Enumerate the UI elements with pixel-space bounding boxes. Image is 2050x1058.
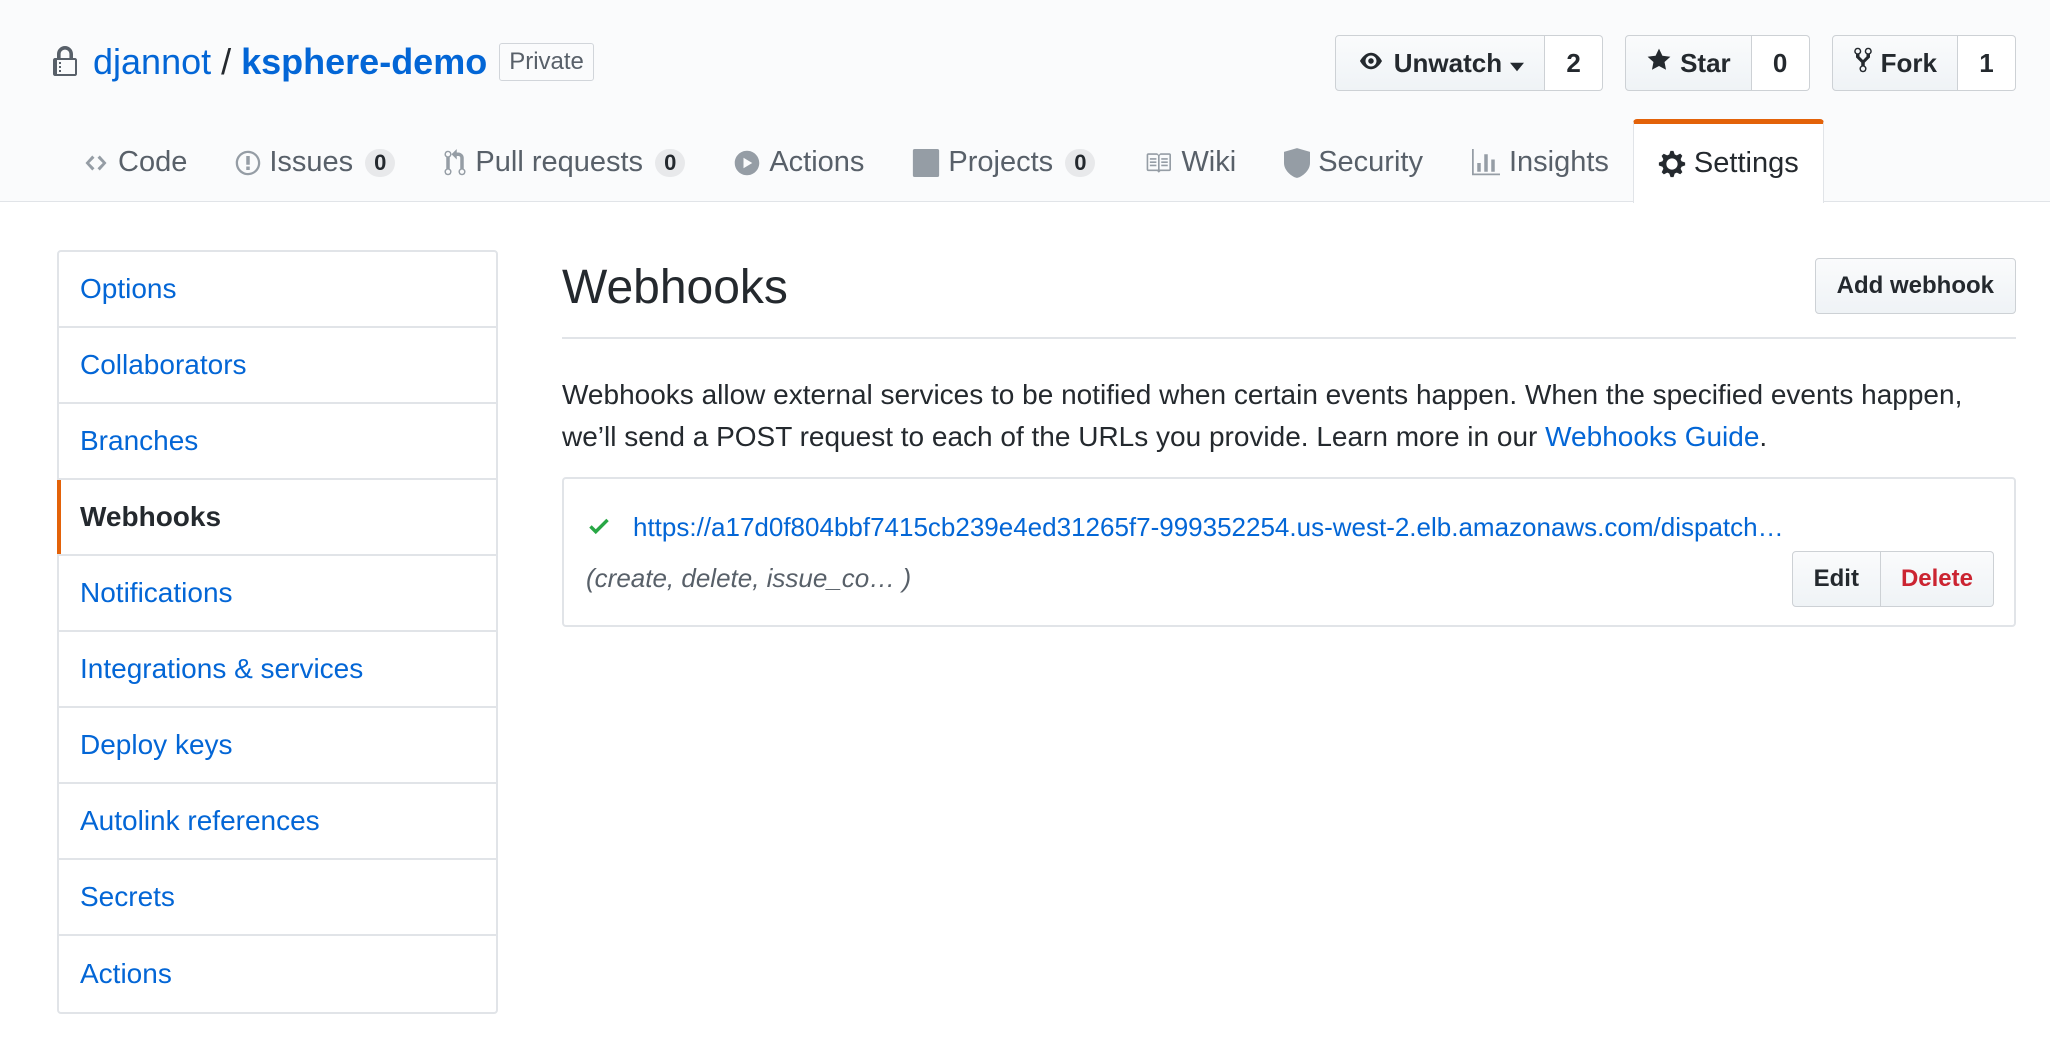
fork-icon <box>1853 46 1873 81</box>
sidebar-item-autolink-references[interactable]: Autolink references <box>59 784 496 860</box>
lock-icon <box>53 45 81 79</box>
delete-button[interactable]: Delete <box>1880 551 1994 607</box>
pull-requests-counter: 0 <box>655 148 686 177</box>
repo-owner-link[interactable]: djannot <box>93 41 211 83</box>
tab-wiki-label: Wiki <box>1181 146 1237 178</box>
play-icon <box>733 149 761 177</box>
stargazers-count[interactable]: 0 <box>1751 35 1810 91</box>
fork-label: Fork <box>1880 47 1937 78</box>
tab-code[interactable]: Code <box>58 122 211 203</box>
check-icon <box>586 513 612 544</box>
project-icon <box>912 148 940 177</box>
sidebar-item-collaborators[interactable]: Collaborators <box>59 328 496 404</box>
issue-icon <box>235 149 261 177</box>
tab-pull-requests[interactable]: Pull requests 0 <box>419 122 709 203</box>
visibility-badge: Private <box>499 43 594 81</box>
fork-button[interactable]: Fork <box>1831 35 1958 91</box>
unwatch-button[interactable]: Unwatch <box>1334 35 1546 91</box>
unwatch-label: Unwatch <box>1393 47 1503 78</box>
tab-actions[interactable]: Actions <box>709 122 888 203</box>
gear-icon <box>1658 149 1686 179</box>
description-end: . <box>1759 421 1768 452</box>
sidebar-item-options[interactable]: Options <box>59 252 496 328</box>
shield-icon <box>1284 147 1311 178</box>
repo-nav: Code Issues 0 Pull requests 0 Actions Pr… <box>58 119 1824 203</box>
webhooks-description: Webhooks allow external services to be n… <box>562 374 2016 458</box>
sidebar-item-secrets[interactable]: Secrets <box>59 860 496 936</box>
webhooks-guide-link[interactable]: Webhooks Guide <box>1545 421 1759 452</box>
tab-security-label: Security <box>1318 146 1423 178</box>
webhook-events: (create, delete, issue_co… ) <box>586 563 912 593</box>
watchers-count[interactable]: 2 <box>1545 35 1604 91</box>
fork-group: Fork 1 <box>1831 35 2016 91</box>
sidebar-item-deploy-keys[interactable]: Deploy keys <box>59 708 496 784</box>
sidebar-item-branches[interactable]: Branches <box>59 404 496 480</box>
webhooks-main: Webhooks Add webhook Webhooks allow exte… <box>562 250 2016 627</box>
book-icon <box>1143 150 1173 176</box>
webhook-item: https://a17d0f804bbf7415cb239e4ed31265f7… <box>562 477 2016 627</box>
issues-counter: 0 <box>365 148 396 177</box>
star-label: Star <box>1680 47 1731 78</box>
sidebar-item-integrations[interactable]: Integrations & services <box>59 632 496 708</box>
tab-code-label: Code <box>118 146 188 178</box>
caret-down-icon <box>1510 48 1525 79</box>
settings-sidebar: Options Collaborators Branches Webhooks … <box>57 250 498 1014</box>
tab-issues-label: Issues <box>269 146 354 178</box>
repo-title: djannot / ksphere-demo Private <box>53 38 594 86</box>
tab-insights[interactable]: Insights <box>1447 122 1633 203</box>
tab-issues[interactable]: Issues 0 <box>211 122 419 203</box>
code-icon <box>82 151 110 175</box>
star-button[interactable]: Star <box>1625 35 1752 91</box>
watch-group: Unwatch 2 <box>1334 35 1604 91</box>
repo-actions: Unwatch 2 Star 0 Fork 1 <box>1334 35 2016 91</box>
add-webhook-button[interactable]: Add webhook <box>1814 258 2016 314</box>
edit-button[interactable]: Edit <box>1791 551 1881 607</box>
path-separator: / <box>221 41 232 82</box>
sidebar-item-notifications[interactable]: Notifications <box>59 556 496 632</box>
eye-icon <box>1356 48 1386 79</box>
forks-count[interactable]: 1 <box>1958 35 2016 91</box>
tab-insights-label: Insights <box>1508 146 1609 178</box>
subhead: Webhooks Add webhook <box>562 250 2016 339</box>
repo-header: djannot / ksphere-demo Private Unwatch 2 <box>0 0 2050 203</box>
graph-icon <box>1471 148 1501 177</box>
page-title: Webhooks <box>562 261 788 314</box>
tab-settings[interactable]: Settings <box>1632 119 1824 203</box>
tab-pull-requests-label: Pull requests <box>475 146 644 178</box>
tab-wiki[interactable]: Wiki <box>1119 122 1260 203</box>
tab-security[interactable]: Security <box>1260 122 1447 203</box>
sidebar-item-actions[interactable]: Actions <box>59 936 496 1012</box>
projects-counter: 0 <box>1065 148 1096 177</box>
tab-settings-label: Settings <box>1693 147 1799 179</box>
tab-projects[interactable]: Projects 0 <box>888 122 1119 203</box>
repo-name-link[interactable]: ksphere-demo <box>241 41 487 83</box>
pull-request-icon <box>443 148 467 177</box>
star-icon <box>1646 47 1672 80</box>
star-group: Star 0 <box>1625 35 1810 91</box>
webhook-actions: Edit Delete <box>1791 551 1994 607</box>
sidebar-item-webhooks[interactable]: Webhooks <box>57 480 496 556</box>
tab-projects-label: Projects <box>948 146 1054 178</box>
webhook-url-link[interactable]: https://a17d0f804bbf7415cb239e4ed31265f7… <box>633 512 1784 543</box>
tab-actions-label: Actions <box>769 146 865 178</box>
